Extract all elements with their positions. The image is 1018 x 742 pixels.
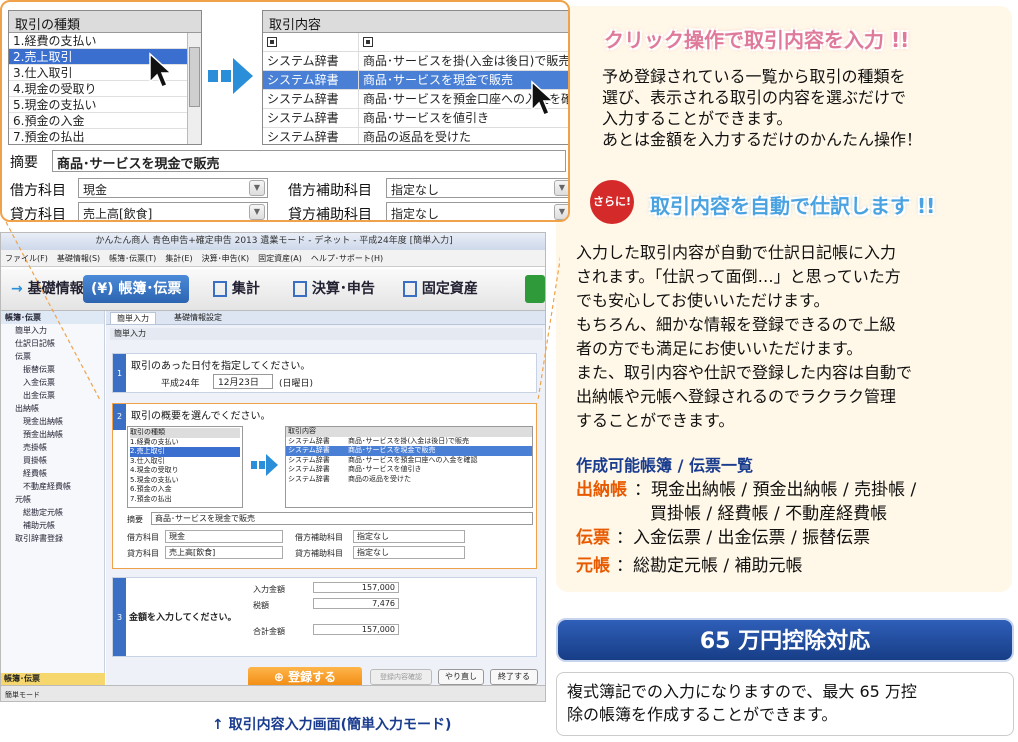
headline-auto-journal: 取引内容を自動で仕訳します !! (650, 194, 936, 218)
status-bar: 簡単モード (1, 685, 545, 701)
row-source: システム辞書 (263, 109, 359, 127)
list-item[interactable]: 1.経費の支払い (9, 33, 201, 49)
checkbox-icon[interactable] (267, 37, 277, 47)
credit-sub-account-label: 貸方補助科目 (288, 207, 372, 222)
feature-text: でも安心してお使いいただけます。 (576, 291, 830, 310)
feature-text: 者の方でも満足にお使いいただけます。 (576, 339, 863, 358)
feature-text: されます。「仕訳って面倒…」と思っていた方 (576, 267, 901, 286)
chevron-down-icon[interactable]: ▼ (249, 204, 265, 220)
feature-text: もちろん、細かな情報を登録できるので上級 (576, 315, 896, 334)
chevron-down-icon[interactable]: ▼ (554, 204, 568, 220)
summary-label: 摘要 (10, 155, 38, 171)
book-category-items: ：現金出納帳 / 預金出納帳 / 売掛帳 / (634, 480, 917, 500)
book-category-items: ：総勘定元帳 / 補助元帳 (616, 556, 803, 576)
finish-button[interactable]: 終了する (490, 669, 538, 685)
redo-button[interactable]: やり直し (438, 669, 484, 685)
zoom-callout: 取引の種類 1.経費の支払い 2.売上取引 3.仕入取引 4.現金の受取り 5.現金の支… (0, 0, 570, 222)
type-list-scrollbar[interactable] (187, 33, 201, 144)
credit-account-select[interactable]: 売上高[飲食] (78, 202, 268, 220)
feature-text: 入力することができます。 (602, 109, 793, 128)
sidebar-footer[interactable]: 帳簿･伝票 (1, 673, 105, 685)
row-source: システム辞書 (263, 128, 359, 144)
book-category-label: 元帳 (576, 556, 610, 576)
feature-text: 入力した取引内容が自動で仕訳日記帳に入力 (576, 243, 897, 262)
credit-account-label: 貸方科目 (10, 207, 66, 222)
confirm-button[interactable]: 登録内容確認 (370, 669, 432, 685)
feature-text: することができます。 (576, 411, 735, 430)
row-description: 商品の返品を受けた (363, 130, 472, 144)
feature-box: クリック操作で取引内容を入力 !! 予め登録されている一覧から取引の種類を 選び、… (556, 6, 1012, 592)
table-row[interactable]: システム辞書 商品･サービスを預金口座への入金を確認 (263, 90, 568, 109)
row-source: システム辞書 (263, 90, 359, 108)
table-row[interactable]: システム辞書 商品･サービスを現金で販売 (263, 71, 568, 90)
arrow-right-icon (208, 58, 253, 94)
mouse-cursor-icon (531, 80, 555, 116)
transaction-content-header: 取引内容 (263, 11, 568, 33)
row-source: システム辞書 (263, 71, 359, 89)
table-header-row (263, 33, 568, 52)
note-box: 複式簿記での入力になりますので、最大 65 万控 除の帳簿を作成することができます… (556, 672, 1014, 736)
headline-click: クリック操作で取引内容を入力 !! (604, 28, 910, 52)
table-row[interactable]: システム辞書 商品･サービスを掛(入金は後日)で販売 (263, 52, 570, 71)
step3-title: 金額を入力してください。 (129, 613, 237, 623)
summary-field[interactable]: 商品･サービスを現金で販売 (52, 150, 566, 172)
feature-text: また、取引内容や仕訳で登録した内容は自動で (576, 363, 913, 382)
debit-account-label: 借方科目 (10, 183, 66, 199)
list-item[interactable]: 6.預金の入金 (9, 113, 201, 129)
amount-field[interactable]: 157,000 (313, 624, 399, 635)
amount-label: 合計金額 (253, 627, 285, 636)
table-row[interactable]: システム辞書 商品の返品を受けた (263, 128, 568, 144)
credit-sub-account-select[interactable]: 指定なし (386, 202, 568, 220)
transaction-type-header: 取引の種類 (9, 11, 201, 33)
note-text: 除の帳簿を作成することができます。 (567, 705, 838, 724)
row-source: システム辞書 (263, 52, 359, 70)
chevron-down-icon[interactable]: ▼ (554, 180, 568, 196)
deduction-banner: 65 万円控除対応 (556, 618, 1014, 662)
feature-text: 出納帳や元帳へ登録されるのでラクラク管理 (576, 387, 897, 406)
list-item[interactable]: 7.預金の払出 (9, 129, 201, 144)
note-text: 複式簿記での入力になりますので、最大 65 万控 (567, 682, 917, 701)
book-category-label: 伝票 (576, 528, 610, 548)
row-description: 商品･サービスを掛(入金は後日)で販売 (363, 54, 570, 68)
mouse-cursor-icon (149, 52, 173, 88)
feature-text: 選び、表示される取引の内容を選ぶだけで (602, 88, 907, 107)
list-title: 作成可能帳簿 / 伝票一覧 (576, 456, 753, 475)
chevron-down-icon[interactable]: ▼ (249, 180, 265, 196)
book-category-items: ：入金伝票 / 出金伝票 / 振替伝票 (616, 528, 871, 548)
register-button[interactable]: ⊕ 登録する (248, 667, 362, 687)
transaction-content-table[interactable]: 取引内容 システム辞書 商品･サービスを掛(入金は後日)で販売 システム辞書 商品･サ… (262, 10, 570, 145)
book-category-items-cont: 買掛帳 / 経費帳 / 不動産経費帳 (650, 504, 888, 524)
debit-sub-account-select[interactable]: 指定なし (386, 178, 568, 198)
feature-text: あとは金額を入力するだけのかんたん操作！ (602, 130, 923, 149)
list-item[interactable]: 5.現金の支払い (9, 97, 201, 113)
book-category-label: 出納帳 (576, 480, 627, 500)
amount-label: 税額 (253, 601, 269, 610)
debit-sub-account-label: 借方補助科目 (288, 183, 372, 199)
sarani-badge: さらに! (590, 180, 634, 224)
table-row[interactable]: システム辞書 商品･サービスを値引き (263, 109, 568, 128)
debit-account-select[interactable]: 現金 (78, 178, 268, 198)
screen-caption: ↑ 取引内容入力画面(簡単入力モード) (212, 717, 452, 733)
feature-text: 予め登録されている一覧から取引の種類を (602, 67, 906, 86)
checkbox-icon[interactable] (363, 37, 373, 47)
